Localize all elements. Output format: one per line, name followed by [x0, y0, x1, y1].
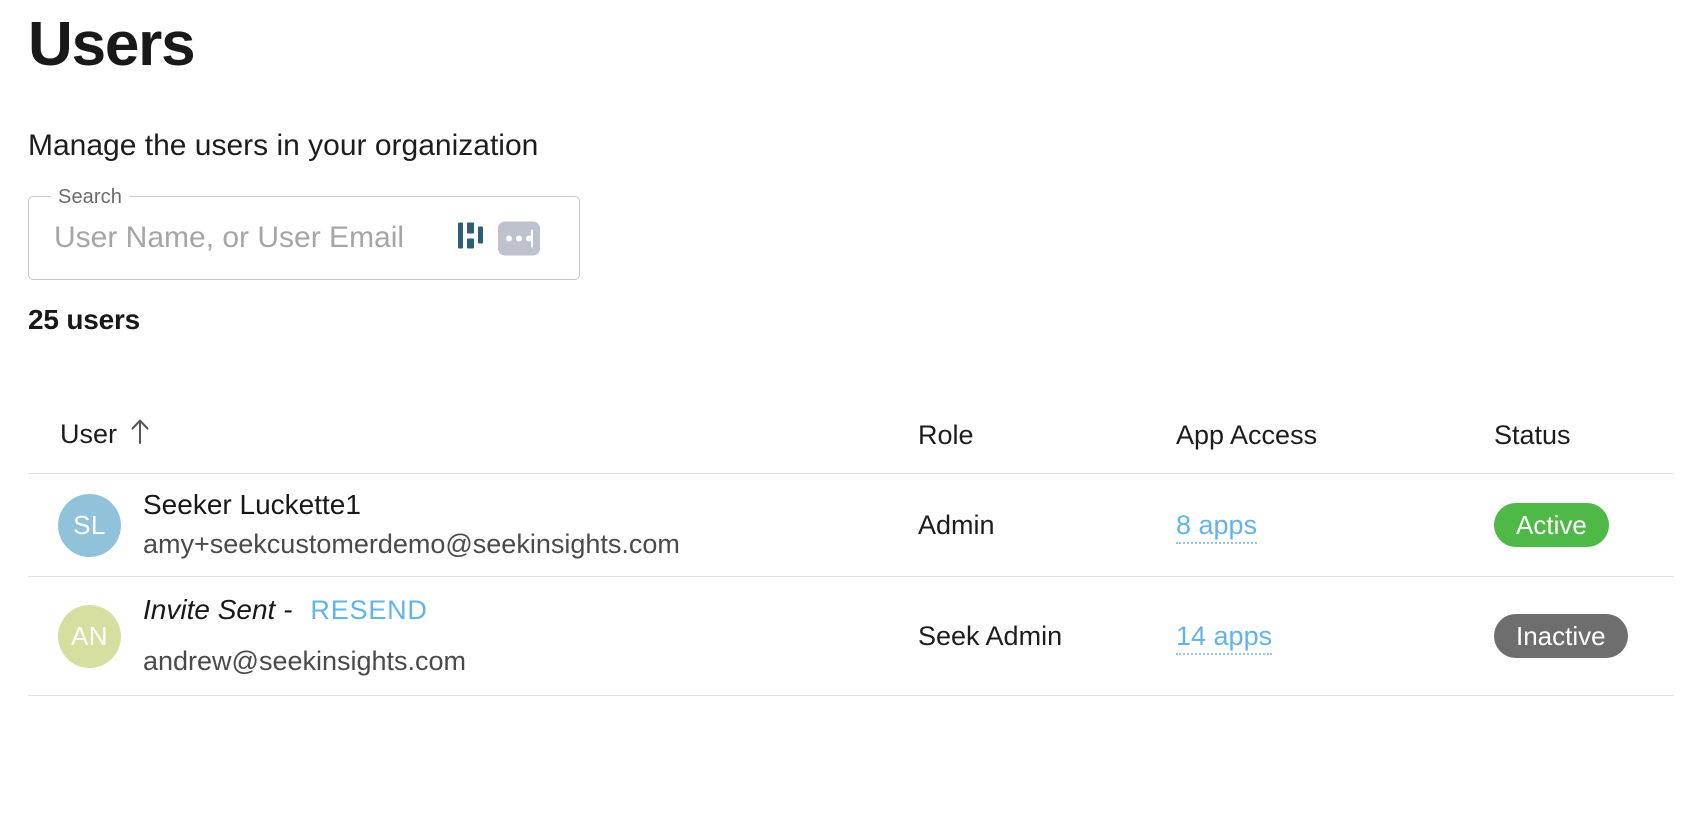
- avatar-initials: SL: [73, 509, 106, 540]
- page-subtitle: Manage the users in your organization: [28, 129, 539, 162]
- app-access-link[interactable]: 14 apps: [1176, 620, 1273, 655]
- column-header-status[interactable]: Status: [1494, 418, 1674, 474]
- status-badge: Active: [1494, 503, 1609, 547]
- avatar-initials: AN: [70, 620, 109, 651]
- bar-glyph-icon[interactable]: [458, 221, 484, 256]
- invite-status: Invite Sent - RESEND: [143, 591, 466, 629]
- column-header-status-label: Status: [1494, 420, 1571, 450]
- column-header-role-label: Role: [918, 420, 974, 450]
- users-table-body: SL Seeker Luckette1 amy+seekcustomerdemo…: [28, 473, 1674, 696]
- column-header-user[interactable]: User: [28, 418, 918, 474]
- app-access-cell: 14 apps: [1176, 576, 1494, 696]
- status-badge: Inactive: [1494, 614, 1628, 658]
- role-cell: Seek Admin: [918, 576, 1176, 696]
- user-cell: SL Seeker Luckette1 amy+seekcustomerdemo…: [28, 473, 918, 577]
- column-header-user-label: User: [60, 419, 118, 449]
- user-cell: AN Invite Sent - RESEND andrew@seekinsigh…: [28, 576, 918, 696]
- status-cell: Inactive: [1494, 576, 1674, 696]
- column-header-app-access[interactable]: App Access: [1176, 418, 1494, 474]
- table-header-row: User Role App Access Status: [28, 418, 1674, 474]
- search-field[interactable]: Search: [28, 186, 580, 280]
- app-access-link[interactable]: 8 apps: [1176, 509, 1258, 544]
- users-page: Users Manage the users in your organizat…: [0, 0, 1702, 824]
- users-table-header: User Role App Access Status: [28, 418, 1674, 474]
- table-row[interactable]: AN Invite Sent - RESEND andrew@seekinsigh…: [28, 576, 1674, 696]
- avatar: AN: [58, 604, 121, 668]
- invite-status-label: Invite Sent -: [143, 593, 293, 625]
- column-header-role[interactable]: Role: [918, 418, 1176, 474]
- user-count: 25 users: [28, 304, 141, 335]
- column-header-app-access-label: App Access: [1176, 420, 1318, 450]
- resend-invite-link[interactable]: RESEND: [310, 595, 427, 625]
- page-title: Users: [28, 10, 196, 79]
- status-cell: Active: [1494, 473, 1674, 577]
- table-row[interactable]: SL Seeker Luckette1 amy+seekcustomerdemo…: [28, 473, 1674, 577]
- arrow-up-icon: [129, 418, 151, 451]
- users-table: User Role App Access Status SL Seeker Lu…: [28, 418, 1674, 696]
- password-autofill-icon[interactable]: [498, 221, 540, 255]
- search-adornments: [458, 221, 540, 256]
- role-cell: Admin: [918, 473, 1176, 577]
- user-email: amy+seekcustomerdemo@seekinsights.com: [143, 529, 680, 560]
- search-input[interactable]: [52, 196, 472, 280]
- user-email: andrew@seekinsights.com: [143, 646, 467, 677]
- app-access-cell: 8 apps: [1176, 473, 1494, 577]
- user-name: Seeker Luckette1: [143, 488, 361, 520]
- avatar: SL: [58, 493, 121, 557]
